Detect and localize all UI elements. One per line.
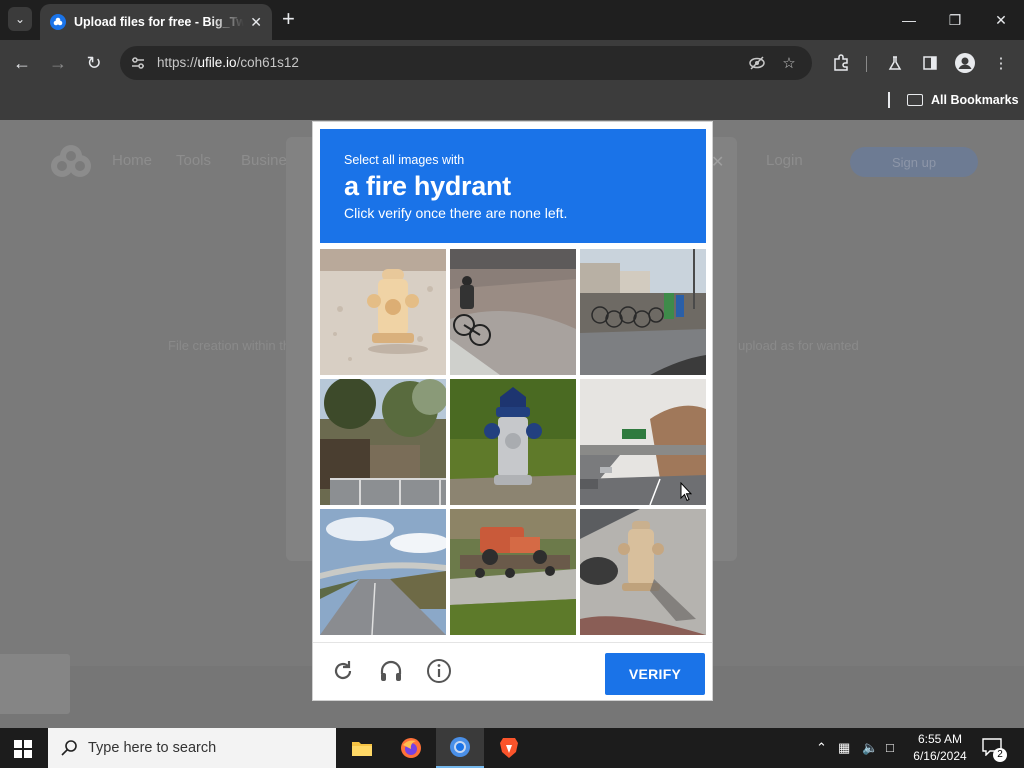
reload-challenge-icon[interactable] bbox=[329, 657, 357, 685]
page-nav-home[interactable]: Home bbox=[112, 152, 152, 169]
file-explorer-icon bbox=[352, 742, 372, 756]
tractor-trailer-image bbox=[450, 509, 576, 635]
windows-start-icon[interactable] bbox=[14, 740, 32, 758]
volume-muted-icon[interactable]: 🔈 bbox=[862, 740, 878, 756]
search-icon bbox=[61, 740, 77, 756]
recaptcha-badge[interactable] bbox=[0, 654, 70, 714]
brave-app[interactable] bbox=[485, 728, 533, 768]
audio-challenge-headphones-icon[interactable] bbox=[377, 657, 405, 685]
signup-label: Sign up bbox=[891, 154, 937, 170]
modal-close-icon[interactable]: ✕ bbox=[711, 152, 724, 172]
captcha-tile-8[interactable] bbox=[450, 509, 576, 635]
bookmarks-bar: All Bookmarks bbox=[0, 86, 1024, 120]
challenge-footer: VERIFY bbox=[313, 642, 712, 700]
tab-title: Upload files for free - Big_Twent bbox=[74, 15, 244, 29]
all-bookmarks-button[interactable]: All Bookmarks bbox=[907, 93, 1019, 107]
challenge-header: Select all images with a fire hydrant Cl… bbox=[320, 129, 706, 243]
browser-menu-icon[interactable]: ⋮ bbox=[990, 52, 1012, 74]
browser-toolbar: ← → ↻ https://ufile.io/coh61s12 ☆ ⋮ bbox=[0, 40, 1024, 86]
bicycles-parking-image bbox=[580, 249, 706, 375]
restore-button[interactable]: ❐ bbox=[932, 0, 978, 40]
captcha-tile-4[interactable] bbox=[320, 379, 446, 505]
fire-hydrant-gravel-image bbox=[320, 249, 446, 375]
taskbar-search-box[interactable]: Type here to search bbox=[48, 728, 336, 768]
target-object: a fire hydrant bbox=[344, 171, 511, 201]
instruction-small: Select all images with bbox=[344, 153, 465, 167]
minimize-button[interactable]: — bbox=[886, 0, 932, 40]
profile-avatar-icon[interactable] bbox=[954, 52, 976, 74]
info-help-icon[interactable] bbox=[425, 657, 453, 685]
page-text-right: upload as for wanted bbox=[738, 338, 859, 353]
bookmark-star-icon[interactable]: ☆ bbox=[780, 54, 798, 72]
captcha-tile-2[interactable] bbox=[450, 249, 576, 375]
chevron-down-icon: ⌄ bbox=[14, 12, 26, 26]
toolbar-separator bbox=[866, 56, 867, 72]
tray-chevron-up-icon[interactable]: ⌃ bbox=[816, 740, 827, 756]
firefox-app[interactable] bbox=[387, 728, 435, 768]
forward-button[interactable]: → bbox=[46, 51, 70, 75]
tab-search-button[interactable]: ⌄ bbox=[8, 7, 32, 31]
recaptcha-challenge: Select all images with a fire hydrant Cl… bbox=[312, 121, 713, 701]
folder-icon bbox=[907, 94, 923, 106]
ufile-logo-icon bbox=[51, 145, 91, 177]
new-tab-button[interactable]: + bbox=[282, 8, 295, 30]
mouse-cursor-icon bbox=[680, 482, 692, 502]
side-panel-icon[interactable] bbox=[919, 52, 941, 74]
clock-date[interactable]: 6/16/2024 bbox=[908, 749, 972, 763]
url-text[interactable]: https://ufile.io/coh61s12 bbox=[157, 55, 299, 70]
tab-close-icon[interactable]: ✕ bbox=[250, 14, 262, 31]
url-scheme: https:// bbox=[157, 55, 198, 70]
browser-tab-bar: ⌄ Upload files for free - Big_Twent ✕ + … bbox=[0, 0, 1024, 40]
trees-fence-image bbox=[320, 379, 446, 505]
all-bookmarks-label: All Bookmarks bbox=[931, 93, 1019, 107]
url-path: /coh61s12 bbox=[236, 55, 299, 70]
windows-taskbar: Type here to search ⌃ ▦ 🔈 □ 6:55 AM 6/16… bbox=[0, 728, 1024, 768]
brave-icon bbox=[500, 738, 518, 758]
page-text-left: File creation within the bbox=[168, 338, 298, 353]
firefox-icon bbox=[401, 738, 421, 758]
reload-button[interactable]: ↻ bbox=[82, 51, 106, 75]
notification-count: 2 bbox=[993, 748, 1007, 762]
captcha-tile-5[interactable] bbox=[450, 379, 576, 505]
file-explorer-app[interactable] bbox=[338, 728, 386, 768]
instruction-sub: Click verify once there are none left. bbox=[344, 205, 568, 221]
address-bar[interactable]: https://ufile.io/coh61s12 ☆ bbox=[120, 46, 812, 80]
blue-fire-hydrant-image bbox=[450, 379, 576, 505]
network-icon[interactable]: ▦ bbox=[838, 740, 850, 756]
cyclist-street-image bbox=[450, 249, 576, 375]
browser-tab-active[interactable]: Upload files for free - Big_Twent ✕ bbox=[40, 4, 272, 40]
close-window-button[interactable]: ✕ bbox=[978, 0, 1024, 40]
highway-overpass-image bbox=[320, 509, 446, 635]
extensions-icon[interactable] bbox=[830, 52, 852, 74]
page-nav-tools[interactable]: Tools bbox=[176, 152, 211, 169]
verify-button[interactable]: VERIFY bbox=[605, 653, 705, 695]
chrome-app[interactable] bbox=[436, 728, 484, 768]
captcha-tile-3[interactable] bbox=[580, 249, 706, 375]
captcha-tile-9[interactable] bbox=[580, 509, 706, 635]
labs-flask-icon[interactable] bbox=[884, 52, 906, 74]
clock-time[interactable]: 6:55 AM bbox=[908, 732, 972, 746]
back-button[interactable]: ← bbox=[10, 51, 34, 75]
captcha-tile-7[interactable] bbox=[320, 509, 446, 635]
chrome-icon bbox=[450, 737, 470, 757]
image-grid bbox=[320, 249, 706, 635]
fire-hydrant-sidewalk-image bbox=[580, 509, 706, 635]
tracking-protection-eye-icon[interactable] bbox=[748, 54, 766, 72]
url-host: ufile.io bbox=[197, 55, 237, 70]
ufile-favicon-icon bbox=[50, 14, 66, 30]
display-icon[interactable]: □ bbox=[886, 740, 894, 755]
page-nav-login[interactable]: Login bbox=[766, 152, 803, 169]
search-placeholder: Type here to search bbox=[88, 740, 217, 756]
captcha-tile-1[interactable] bbox=[320, 249, 446, 375]
bookmarks-separator bbox=[888, 92, 890, 108]
page-signup-button[interactable]: Sign up bbox=[850, 147, 978, 177]
site-settings-icon[interactable] bbox=[130, 55, 146, 71]
